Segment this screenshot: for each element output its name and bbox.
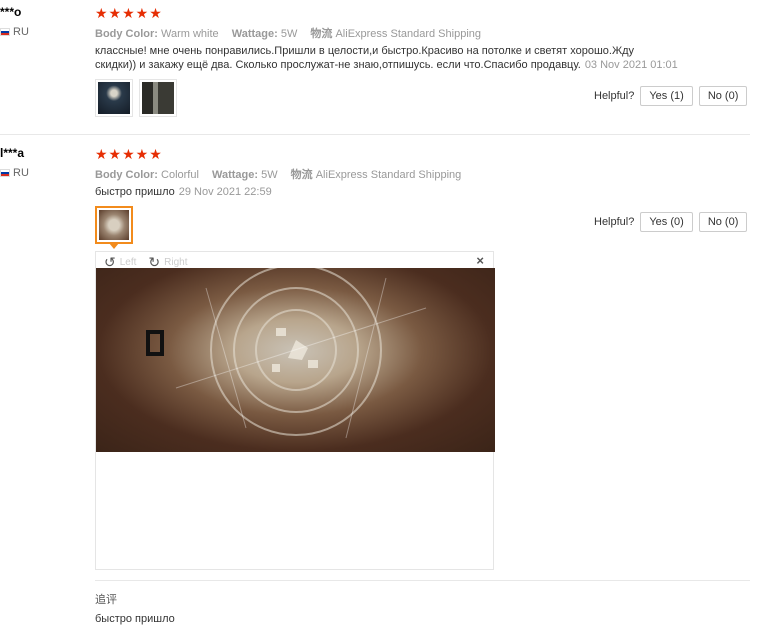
review-text-line: классные! мне очень понравились.Пришли в…	[95, 45, 635, 57]
review-photo-thumbnail[interactable]	[95, 79, 133, 117]
review-photo-thumbnail-selected[interactable]	[95, 206, 133, 244]
crystal-lamp-photo	[146, 268, 427, 439]
spec-value: 5W	[261, 169, 278, 181]
review-text-line: скидки)) и закажу ещё два. Сколько просл…	[95, 59, 581, 71]
helpful-yes-button[interactable]: Yes (1)	[640, 86, 693, 106]
review-text: классные! мне очень понравились.Пришли в…	[95, 44, 695, 72]
additional-feedback-text: быстро пришло	[95, 613, 175, 625]
flag-icon	[0, 28, 10, 36]
review-text: быстро пришло 29 Nov 2021 22:59	[95, 185, 272, 199]
close-icon[interactable]: ×	[476, 253, 484, 268]
spec-key: Wattage:	[211, 169, 259, 181]
selected-thumbnail-caret	[109, 243, 119, 249]
rotate-right-label[interactable]: Right	[164, 257, 187, 268]
review-divider	[0, 134, 750, 135]
review-date: 29 Nov 2021 22:59	[178, 186, 272, 198]
product-specs: Body Color: Colorful Wattage: 5W 物流 AliE…	[95, 166, 471, 182]
spec-key: 物流	[310, 28, 333, 40]
helpful-no-button[interactable]: No (0)	[698, 86, 748, 106]
reviewer-name: l***a	[0, 146, 25, 160]
product-specs: Body Color: Warm white Wattage: 5W 物流 Al…	[95, 25, 491, 41]
spec-key: Body Color:	[95, 169, 158, 181]
country-code: RU	[13, 167, 29, 179]
additional-feedback-label: 追评	[95, 594, 117, 606]
reviewer-country: RU	[0, 26, 29, 38]
helpful-label: Helpful?	[594, 216, 635, 228]
review-photo-thumbnail[interactable]	[139, 79, 177, 117]
country-code: RU	[13, 26, 29, 38]
spec-key: Body Color:	[95, 28, 158, 40]
helpful-no-button[interactable]: No (0)	[698, 212, 748, 232]
spec-value: AliExpress Standard Shipping	[335, 28, 481, 40]
spec-value: AliExpress Standard Shipping	[315, 169, 462, 181]
spec-key: Wattage:	[231, 28, 278, 40]
review-text-line: быстро пришло	[95, 186, 175, 198]
helpful-label: Helpful?	[594, 90, 635, 102]
helpful-voting: Helpful? Yes (1) No (0)	[594, 86, 748, 106]
additional-feedback-divider	[95, 580, 750, 581]
spec-value: 5W	[280, 28, 298, 40]
spec-value: Colorful	[161, 169, 199, 181]
reviewer-country: RU	[0, 167, 29, 179]
rotate-left-label[interactable]: Left	[120, 257, 137, 268]
review-date: 03 Nov 2021 01:01	[584, 59, 678, 71]
reviewer-name: ***o	[0, 5, 22, 19]
star-rating: ★★★★★	[95, 146, 163, 162]
spec-value: Warm white	[161, 28, 219, 40]
helpful-voting: Helpful? Yes (0) No (0)	[594, 212, 748, 232]
spec-key: 物流	[290, 169, 313, 181]
star-rating: ★★★★★	[95, 5, 163, 21]
photo-viewer: ↺ Left ↻ Right ×	[95, 251, 495, 570]
flag-icon	[0, 169, 10, 177]
helpful-yes-button[interactable]: Yes (0)	[640, 212, 693, 232]
review-photo-large	[96, 268, 495, 452]
